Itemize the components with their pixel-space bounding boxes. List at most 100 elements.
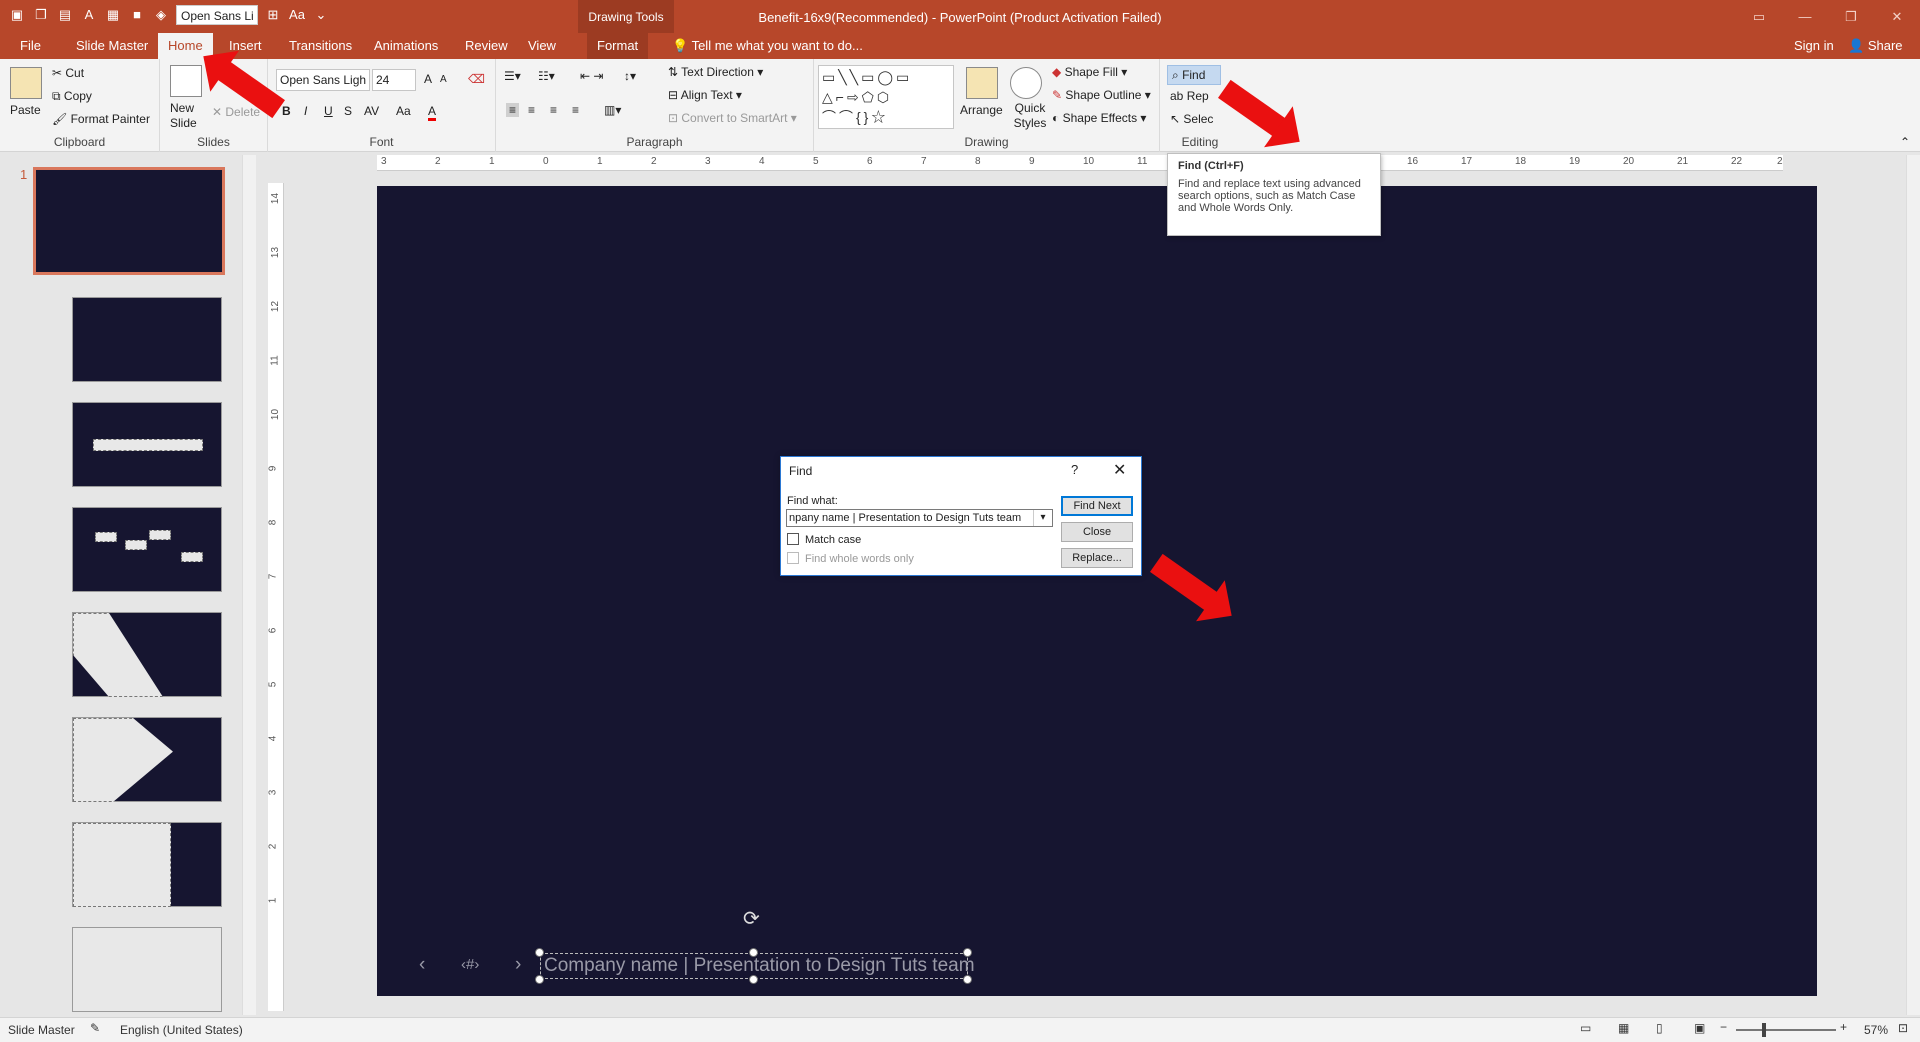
clear-format-icon[interactable]: ⌫ — [468, 72, 485, 86]
layout-thumbnail[interactable] — [72, 612, 222, 697]
new-slide-button[interactable]: New Slide — [170, 101, 210, 131]
table-icon[interactable]: ▦ — [104, 6, 122, 24]
layout-thumbnail[interactable] — [72, 717, 222, 802]
zoom-slider[interactable] — [1736, 1029, 1836, 1031]
ribbon-options-icon[interactable]: ▭ — [1736, 0, 1782, 33]
find-button[interactable]: ⌕ Find — [1167, 65, 1221, 85]
zoom-out-icon[interactable]: − — [1720, 1020, 1727, 1034]
columns-icon[interactable]: ▥▾ — [604, 103, 621, 117]
replace-dialog-button[interactable]: Replace... — [1061, 548, 1133, 568]
bullets-icon[interactable]: ☰▾ — [504, 69, 521, 83]
text-warp-icon[interactable]: A — [80, 6, 98, 24]
rotate-handle-icon[interactable]: ⟳ — [743, 906, 760, 931]
slide-sorter-icon[interactable]: ▦ — [1618, 1021, 1629, 1035]
layout-thumbnail[interactable] — [72, 927, 222, 1012]
shadow-button[interactable]: S — [344, 104, 352, 118]
layout-icon[interactable]: ▤ — [56, 6, 74, 24]
spellcheck-icon[interactable]: ✎ — [90, 1021, 100, 1035]
qat-font-box[interactable]: Open Sans Li — [176, 5, 258, 25]
slides-panel-scrollbar[interactable] — [242, 155, 256, 1015]
layout-thumbnail[interactable] — [72, 822, 222, 907]
font-color-button[interactable]: A — [428, 104, 437, 121]
customize-qat-icon[interactable]: ⌄ — [312, 6, 330, 24]
language-indicator[interactable]: English (United States) — [120, 1023, 243, 1037]
slide-thumbnail[interactable] — [33, 167, 225, 275]
fit-slide-icon[interactable]: ⊡ — [1898, 1021, 1908, 1035]
align-center-icon[interactable]: ≡ — [528, 103, 535, 117]
format-icon[interactable]: ◈ — [152, 6, 170, 24]
grow-font-button[interactable]: A — [424, 72, 432, 86]
justify-icon[interactable]: ≡ — [572, 103, 579, 117]
quick-styles-icon[interactable] — [1010, 67, 1042, 99]
zoom-in-icon[interactable]: + — [1840, 1020, 1847, 1034]
slideshow-icon[interactable]: ▣ — [1694, 1021, 1705, 1035]
find-history-dropdown[interactable]: ▾ — [1033, 510, 1052, 526]
shapes-gallery[interactable]: ▭╲╲▭◯▭ △⌐⇨⬠⬡ ⌒⌒{}☆ — [818, 65, 954, 129]
shape-fill-button[interactable]: ◆ Shape Fill ▾ — [1052, 65, 1127, 79]
slide-canvas[interactable]: ‹ ‹#› › Company name | Presentation to D… — [377, 186, 1817, 996]
font-name-combo[interactable]: Open Sans Ligh — [276, 69, 370, 91]
help-button[interactable]: ? — [1071, 462, 1078, 477]
cut-button[interactable]: ✂ Cut — [52, 66, 84, 80]
share-button[interactable]: 👤 Share — [1848, 33, 1903, 59]
align-left-icon[interactable]: ≡ — [506, 103, 520, 117]
change-case-button[interactable]: Aa — [396, 104, 411, 118]
resize-handle[interactable] — [749, 948, 758, 957]
format-painter-button[interactable]: 🖌 Format Painter — [52, 112, 150, 126]
resize-handle[interactable] — [535, 948, 544, 957]
paste-button[interactable]: Paste — [10, 103, 41, 117]
sign-in-link[interactable]: Sign in — [1794, 33, 1834, 59]
match-case-checkbox[interactable]: Match case — [787, 533, 861, 546]
resize-handle[interactable] — [535, 975, 544, 984]
italic-button[interactable]: I — [304, 104, 307, 118]
tab-slide-master[interactable]: Slide Master — [66, 33, 158, 59]
char-spacing-button[interactable]: AV — [364, 104, 379, 118]
tab-transitions[interactable]: Transitions — [279, 33, 362, 59]
font-size-combo[interactable]: 24 — [372, 69, 416, 91]
zoom-slider-thumb[interactable] — [1762, 1023, 1766, 1037]
close-button[interactable]: Close — [1061, 522, 1133, 542]
color-icon[interactable]: ■ — [128, 6, 146, 24]
find-next-button[interactable]: Find Next — [1061, 496, 1133, 516]
align-right-icon[interactable]: ≡ — [550, 103, 557, 117]
find-what-input[interactable]: npany name | Presentation to Design Tuts… — [786, 509, 1053, 527]
arrange-button[interactable]: Arrange — [960, 103, 1003, 117]
shape-outline-button[interactable]: ✎ Shape Outline ▾ — [1052, 88, 1151, 102]
slide-icon[interactable]: ▣ — [8, 6, 26, 24]
shrink-font-button[interactable]: A — [440, 74, 447, 85]
reading-view-icon[interactable]: ▯ — [1656, 1021, 1663, 1035]
quick-styles-button[interactable]: Quick Styles — [1010, 101, 1050, 131]
shape-effects-button[interactable]: ◐ Shape Effects ▾ — [1052, 111, 1146, 125]
whole-words-checkbox[interactable]: Find whole words only — [787, 552, 914, 565]
paste-icon[interactable] — [10, 67, 42, 99]
layout-thumbnail[interactable] — [72, 297, 222, 382]
line-spacing-icon[interactable]: ↕▾ — [624, 69, 636, 83]
tab-animations[interactable]: Animations — [364, 33, 448, 59]
slide-number-placeholder[interactable]: ‹#› — [461, 956, 479, 973]
zoom-level[interactable]: 57% — [1864, 1023, 1888, 1037]
close-window-icon[interactable]: ✕ — [1874, 0, 1920, 33]
align-text-button[interactable]: ⊟ Align Text ▾ — [668, 88, 742, 102]
restore-icon[interactable]: ❐ — [1828, 0, 1874, 33]
resize-handle[interactable] — [963, 948, 972, 957]
delete-button[interactable]: ✕ Delete — [212, 105, 260, 119]
numbering-icon[interactable]: ☷▾ — [538, 69, 555, 83]
convert-smartart-button[interactable]: ⊡ Convert to SmartArt ▾ — [668, 111, 797, 125]
collapse-ribbon-icon[interactable]: ⌃ — [1900, 135, 1910, 149]
underline-button[interactable]: U — [324, 104, 333, 118]
resize-handle[interactable] — [749, 975, 758, 984]
tab-file[interactable]: File — [10, 33, 51, 59]
duplicate-icon[interactable]: ❐ — [32, 6, 50, 24]
tab-format[interactable]: Format — [587, 33, 649, 59]
picture-icon[interactable]: ⊞ — [264, 6, 282, 24]
resize-handle[interactable] — [963, 975, 972, 984]
bold-button[interactable]: B — [282, 104, 291, 118]
tab-review[interactable]: Review — [455, 33, 518, 59]
replace-button[interactable]: ab Rep — [1170, 89, 1209, 103]
minimize-icon[interactable]: — — [1782, 0, 1828, 33]
copy-button[interactable]: ⧉ Copy — [52, 89, 92, 104]
change-case-icon[interactable]: Aa — [288, 6, 306, 24]
indent-icons[interactable]: ⇤ ⇥ — [580, 69, 603, 83]
text-direction-button[interactable]: ⇅ Text Direction ▾ — [668, 65, 763, 79]
normal-view-icon[interactable]: ▭ — [1580, 1021, 1591, 1035]
